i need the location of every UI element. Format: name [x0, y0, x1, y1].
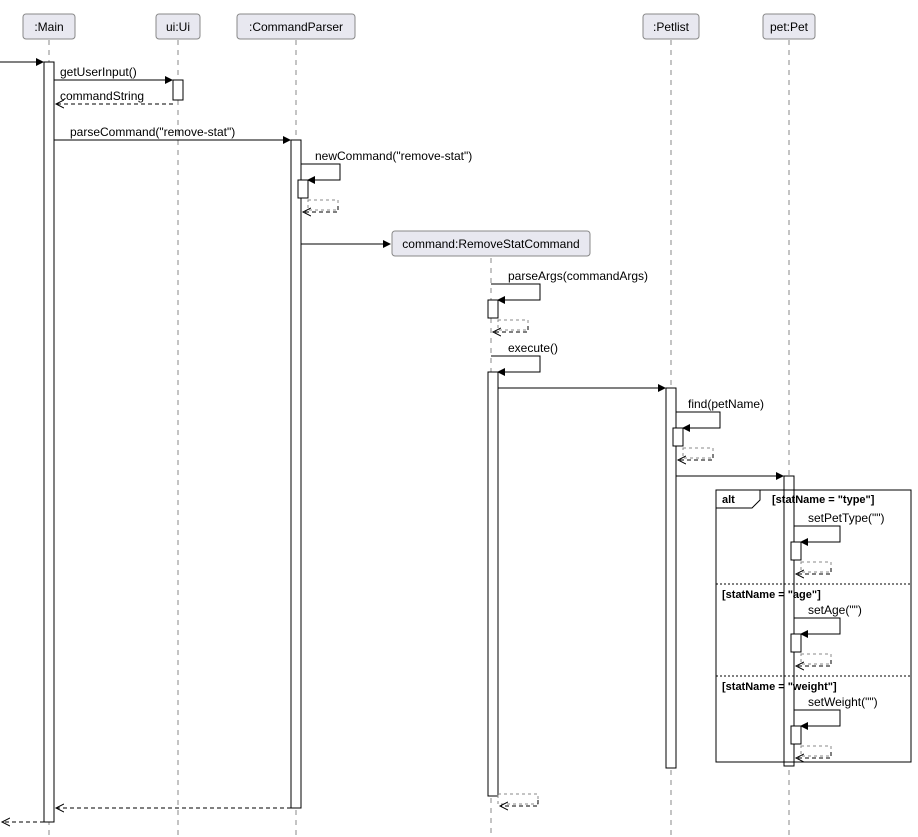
activation-newCommand-ghost: [308, 200, 338, 210]
alt-guard3: [statName = "weight"]: [722, 681, 837, 693]
alt-label: alt: [722, 494, 735, 506]
participant-main: :Main: [23, 14, 75, 39]
activation-newCommand: [298, 180, 308, 198]
msg-newCommand: [301, 164, 340, 180]
msg-setAge: [794, 618, 840, 634]
activation-setAge-ghost: [801, 654, 831, 664]
activation-setPetType-ghost: [801, 562, 831, 572]
alt-guard2: [statName = "age"]: [722, 589, 821, 601]
participant-command: command:RemoveStatCommand: [392, 231, 590, 256]
participant-petlist: :Petlist: [643, 14, 699, 39]
msg-setPetType: [794, 526, 840, 542]
msg-find: [676, 412, 720, 428]
msg-newCommand-label: newCommand("remove-stat"): [315, 149, 472, 163]
msg-parseArgs: [491, 284, 540, 300]
msg-setPetType-label: setPetType(""): [808, 511, 885, 525]
msg-setWeight: [794, 710, 840, 726]
msg-parseCommand-label: parseCommand("remove-stat"): [70, 125, 235, 139]
participant-petlist-label: :Petlist: [653, 20, 690, 34]
activation-setWeight: [791, 726, 801, 744]
activation-setAge: [791, 634, 801, 652]
msg-parseArgs-label: parseArgs(commandArgs): [508, 269, 648, 283]
activation-execute-ghost: [498, 794, 538, 804]
activation-parseArgs: [488, 300, 498, 318]
return-commandString-label: commandString: [60, 89, 144, 103]
participant-pet-label: pet:Pet: [770, 20, 809, 34]
msg-find-label: find(petName): [688, 397, 764, 411]
participant-command-label: command:RemoveStatCommand: [402, 237, 579, 251]
participant-parser: :CommandParser: [237, 14, 355, 39]
activation-find: [673, 428, 683, 446]
alt-guard1: [statName = "type"]: [772, 494, 875, 506]
participant-ui: ui:Ui: [156, 14, 200, 39]
activation-parser: [291, 140, 301, 808]
activation-find-ghost: [683, 448, 713, 458]
activation-execute: [488, 372, 498, 796]
msg-execute-label: execute(): [508, 341, 558, 355]
activation-setPetType: [791, 542, 801, 560]
return-execute: [500, 800, 538, 806]
activation-parseArgs-ghost: [498, 320, 528, 330]
participant-pet: pet:Pet: [763, 14, 815, 39]
msg-execute: [491, 356, 540, 372]
msg-setAge-label: setAge(""): [808, 603, 862, 617]
participant-ui-label: ui:Ui: [166, 20, 190, 34]
activation-ui: [173, 80, 183, 100]
msg-setWeight-label: setWeight(""): [808, 695, 878, 709]
participant-parser-label: :CommandParser: [249, 20, 343, 34]
activation-setWeight-ghost: [801, 746, 831, 756]
participant-main-label: :Main: [34, 20, 63, 34]
msg-getUserInput-label: getUserInput(): [60, 65, 137, 79]
alt-frame: [716, 490, 911, 762]
activation-main: [44, 62, 54, 822]
activation-pet: [784, 476, 794, 766]
